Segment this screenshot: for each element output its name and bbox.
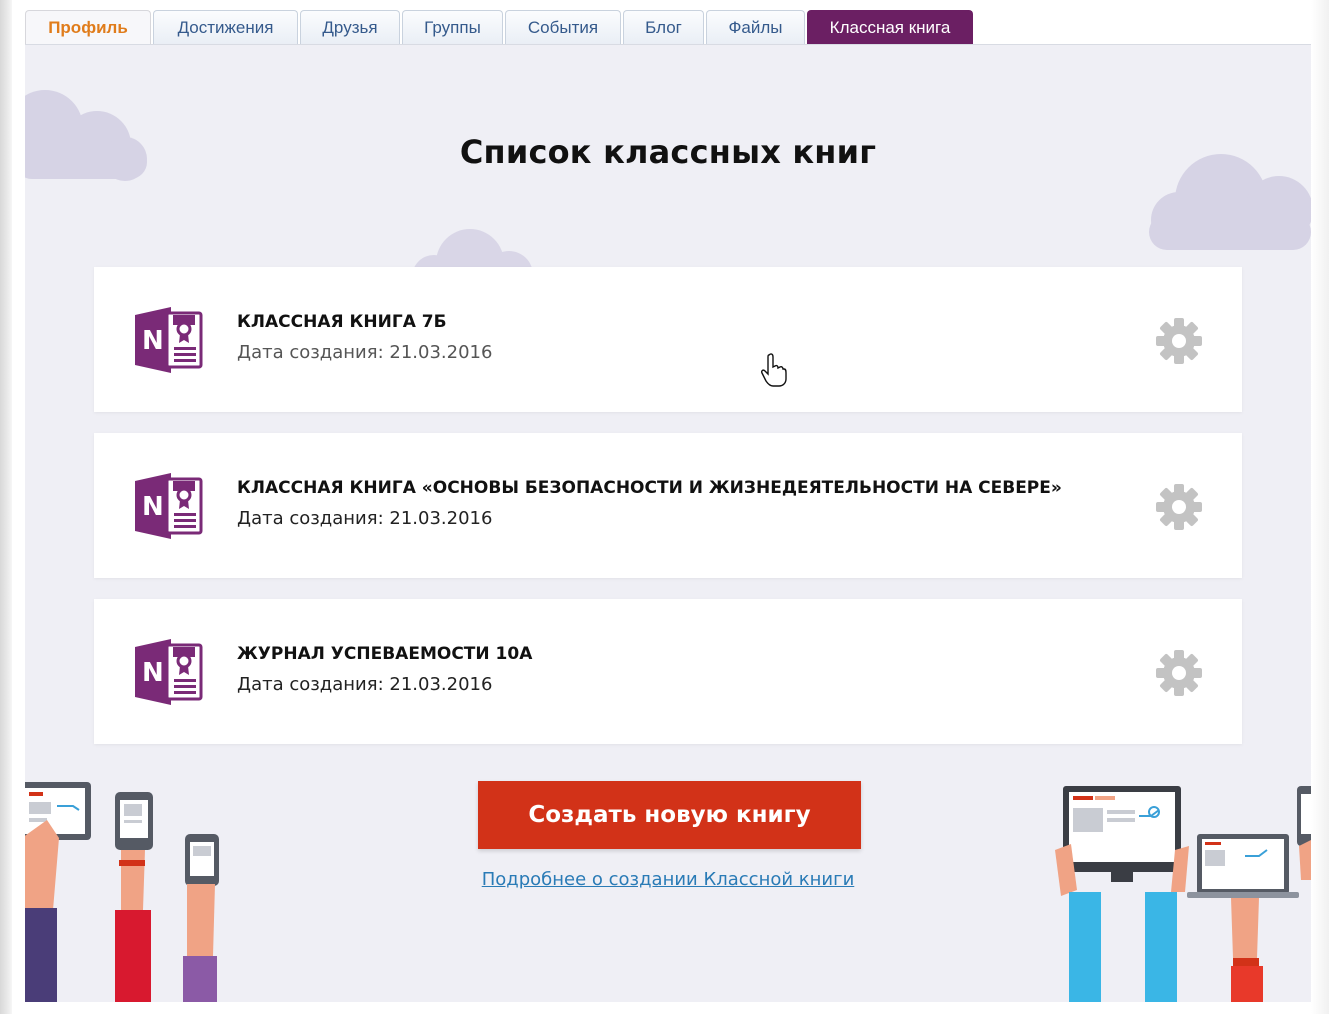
class-book-list: N Классная книга 7Б Дата создания: 21.03… [94,267,1242,765]
onenote-notebook-icon: N [135,473,203,539]
svg-text:N: N [142,658,164,688]
tab-groups[interactable]: Группы [402,10,503,45]
hand-pointer-cursor-icon [761,353,787,387]
class-book-title: Классная книга «Основы безопасности и жи… [237,478,1062,498]
gear-icon[interactable] [1156,484,1202,530]
hands-devices-illustration-right [1055,786,1311,1002]
page-right-edge [1311,0,1329,1014]
svg-text:N: N [142,326,164,356]
gear-icon[interactable] [1156,650,1202,696]
tab-friends[interactable]: Друзья [300,10,400,45]
profile-tabs: Профиль Достижения Друзья Группы События… [25,10,975,45]
class-book-title: Классная книга 7Б [237,312,447,332]
create-new-book-button[interactable]: Создать новую книгу [478,781,861,849]
tab-events[interactable]: События [505,10,621,45]
class-book-date: Дата создания: 21.03.2016 [237,508,493,529]
class-book-date: Дата создания: 21.03.2016 [237,674,493,695]
class-books-panel: Список классных книг N Классная книга 7Б… [25,45,1311,1002]
svg-text:N: N [142,492,164,522]
hands-devices-illustration-left [25,782,219,1002]
tab-blog[interactable]: Блог [623,10,704,45]
more-about-class-book-link[interactable]: Подробнее о создании Классной книги [25,869,1311,890]
page-left-edge [0,0,12,1014]
onenote-notebook-icon: N [135,639,203,705]
cloud-decoration-center [413,229,533,270]
class-book-card[interactable]: N Журнал успеваемости 10А Дата создания:… [94,599,1242,744]
class-book-title: Журнал успеваемости 10А [237,644,533,664]
tab-class-book[interactable]: Классная книга [807,10,973,45]
class-book-date: Дата создания: 21.03.2016 [237,342,493,363]
tab-achievements[interactable]: Достижения [153,10,298,45]
onenote-notebook-icon: N [135,307,203,373]
gear-icon[interactable] [1156,318,1202,364]
tab-profile[interactable]: Профиль [25,10,151,45]
tab-files[interactable]: Файлы [706,10,805,45]
page-title: Список классных книг [459,133,877,171]
class-book-card[interactable]: N Классная книга «Основы безопасности и … [94,433,1242,578]
class-book-card[interactable]: N Классная книга 7Б Дата создания: 21.03… [94,267,1242,412]
